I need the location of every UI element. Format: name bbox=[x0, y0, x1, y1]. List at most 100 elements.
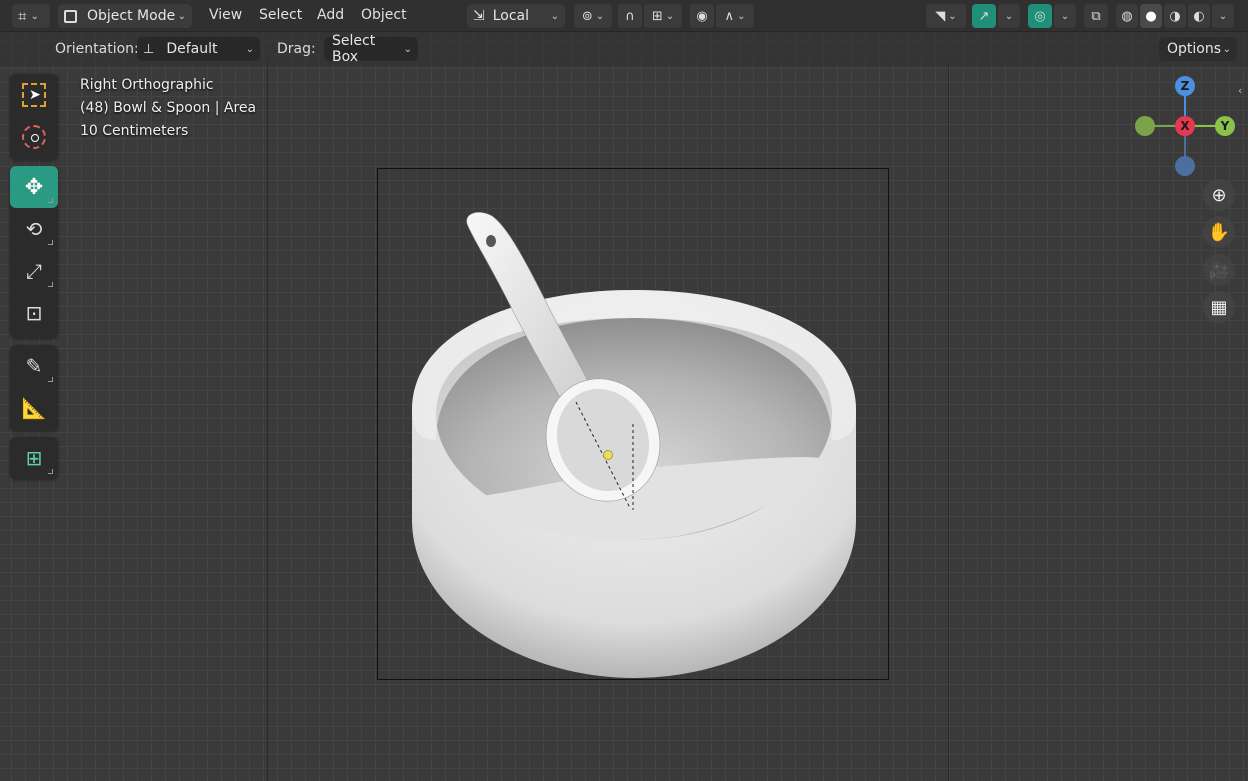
pan-button[interactable]: ✋ bbox=[1203, 216, 1235, 248]
chevron-down-icon: ⌄ bbox=[177, 10, 186, 22]
zoom-magnifier-icon: ⊕ bbox=[1211, 184, 1227, 206]
drag-value: Select Box bbox=[332, 33, 376, 65]
scale-tool[interactable]: ⤢ bbox=[10, 250, 58, 292]
mode-label: Object Mode bbox=[87, 8, 176, 24]
editor-type-icon: ⌗ bbox=[18, 7, 27, 25]
chevron-down-icon: ⌄ bbox=[948, 10, 957, 22]
proportional-edit-icon: ◉ bbox=[696, 8, 708, 24]
falloff-curve-icon: ∧ bbox=[724, 8, 735, 24]
mode-selector[interactable]: Object Mode ⌄ bbox=[58, 4, 192, 28]
annotate-tool[interactable]: ✎ bbox=[10, 345, 58, 387]
chevron-down-icon: ⌄ bbox=[245, 43, 254, 55]
show-overlays-button[interactable]: ◎ bbox=[1028, 4, 1052, 28]
gizmo-y-label: Y bbox=[1220, 119, 1230, 133]
gizmo-neg-z-axis[interactable] bbox=[1175, 156, 1195, 176]
rendered-sphere-icon: ◐ bbox=[1193, 8, 1205, 24]
rotate-tool[interactable]: ⟲ bbox=[10, 208, 58, 250]
chevron-down-icon: ⌄ bbox=[550, 10, 559, 22]
pivot-point-button[interactable]: ⊚ ⌄ bbox=[574, 4, 612, 28]
falloff-button[interactable]: ∧ ⌄ bbox=[716, 4, 754, 28]
xray-toggle-button[interactable]: ⧉ bbox=[1084, 4, 1108, 28]
object-types-visibility-button[interactable]: ◥ ⌄ bbox=[926, 4, 966, 28]
move-tool[interactable]: ✥ bbox=[10, 166, 58, 208]
camera-view-button[interactable]: 🎥 bbox=[1203, 254, 1235, 286]
view-name: Right Orthographic bbox=[80, 77, 214, 93]
material-sphere-icon: ◑ bbox=[1169, 8, 1181, 24]
chevron-down-icon: ⌄ bbox=[1222, 43, 1231, 55]
chevron-down-icon: ⌄ bbox=[30, 10, 39, 22]
shading-wireframe-button[interactable]: ◍ bbox=[1116, 4, 1138, 28]
menu-view[interactable]: View bbox=[209, 7, 242, 23]
orientation-axes-icon: ⊥ bbox=[143, 41, 155, 57]
shading-material-button[interactable]: ◑ bbox=[1164, 4, 1186, 28]
hand-icon: ✋ bbox=[1207, 221, 1231, 243]
orientation-value: Default bbox=[166, 41, 218, 57]
sidebar-toggle-arrow[interactable]: ‹ bbox=[1238, 84, 1242, 97]
gizmo-x-axis[interactable]: X bbox=[1175, 116, 1195, 136]
pencil-icon: ✎ bbox=[25, 354, 43, 378]
cursor-icon bbox=[22, 125, 46, 149]
orientation-label: Orientation: bbox=[55, 41, 139, 57]
chevron-down-icon: ⌄ bbox=[1218, 10, 1228, 22]
gizmo-dropdown[interactable]: ⌄ bbox=[998, 4, 1020, 28]
move-arrows-icon: ✥ bbox=[24, 174, 44, 200]
drag-dropdown[interactable]: Select Box ⌄ bbox=[324, 33, 418, 65]
gizmo-neg-y-axis[interactable] bbox=[1135, 116, 1155, 136]
ruler-icon: 📐 bbox=[21, 396, 47, 420]
cursor-tool[interactable] bbox=[10, 116, 58, 158]
transform-tool[interactable]: ⊡ bbox=[10, 292, 58, 334]
toolbar-group-transform: ✥ ⟲ ⤢ ⊡ bbox=[10, 166, 58, 338]
snap-increment-icon: ⊞ bbox=[651, 8, 663, 24]
options-dropdown[interactable]: Options ⌄ bbox=[1159, 37, 1237, 61]
add-cube-icon: ⊞ bbox=[25, 446, 43, 470]
menu-add[interactable]: Add bbox=[317, 7, 344, 23]
orientation-dropdown[interactable]: ⊥ Default ⌄ bbox=[137, 37, 260, 61]
show-gizmo-button[interactable]: ↗ bbox=[972, 4, 996, 28]
zoom-button[interactable]: ⊕ bbox=[1203, 179, 1235, 211]
tool-settings-bar: Orientation: ⊥ Default ⌄ Drag: Select Bo… bbox=[0, 32, 1248, 66]
menu-select[interactable]: Select bbox=[259, 7, 302, 23]
snap-element-button[interactable]: ⊞ ⌄ bbox=[644, 4, 682, 28]
chevron-down-icon: ⌄ bbox=[403, 43, 412, 55]
gizmo-z-axis[interactable]: Z bbox=[1175, 76, 1195, 96]
toggle-ortho-button[interactable]: ▦ bbox=[1203, 291, 1235, 323]
bowl-and-spoon-model[interactable] bbox=[0, 0, 1248, 781]
solid-sphere-icon: ● bbox=[1145, 8, 1157, 24]
snap-toggle-button[interactable]: ∩ bbox=[618, 4, 642, 28]
shading-dropdown[interactable]: ⌄ bbox=[1212, 4, 1234, 28]
overlays-icon: ◎ bbox=[1034, 8, 1046, 24]
transform-orientation-label: Local bbox=[492, 8, 530, 24]
gizmo-icon: ↗ bbox=[978, 8, 990, 24]
measure-tool[interactable]: 📐 bbox=[10, 387, 58, 429]
scale-icon: ⤢ bbox=[26, 259, 42, 283]
chevron-down-icon: ⌄ bbox=[1004, 10, 1014, 22]
eye-arrow-icon: ◥ bbox=[935, 8, 946, 24]
pivot-icon: ⊚ bbox=[581, 8, 593, 24]
transform-orientation-selector[interactable]: ⇲ Local ⌄ bbox=[467, 4, 565, 28]
toolbar-group-select: ➤ bbox=[10, 74, 58, 160]
chevron-down-icon: ⌄ bbox=[737, 10, 746, 22]
options-label: Options bbox=[1167, 41, 1222, 57]
gizmo-z-label: Z bbox=[1180, 79, 1190, 93]
shading-solid-button[interactable]: ● bbox=[1140, 4, 1162, 28]
proportional-edit-button[interactable]: ◉ bbox=[690, 4, 714, 28]
add-cube-tool[interactable]: ⊞ bbox=[10, 437, 58, 479]
chevron-down-icon: ⌄ bbox=[665, 10, 675, 22]
viewport-header: ⌗ ⌄ Object Mode ⌄ View Select Add Object… bbox=[0, 0, 1248, 32]
editor-type-button[interactable]: ⌗ ⌄ bbox=[12, 4, 50, 28]
camera-icon: 🎥 bbox=[1209, 260, 1229, 280]
toolbar-group-add: ⊞ bbox=[10, 437, 58, 479]
magnet-icon: ∩ bbox=[625, 8, 635, 24]
gizmo-y-axis[interactable]: Y bbox=[1215, 116, 1235, 136]
object-info: (48) Bowl & Spoon | Area bbox=[80, 100, 257, 116]
gizmo-x-label: X bbox=[1180, 119, 1190, 133]
object-mode-icon bbox=[64, 9, 77, 23]
select-box-tool[interactable]: ➤ bbox=[10, 74, 58, 116]
transform-icon: ⊡ bbox=[25, 301, 43, 325]
overlays-dropdown[interactable]: ⌄ bbox=[1054, 4, 1076, 28]
shading-rendered-button[interactable]: ◐ bbox=[1188, 4, 1210, 28]
menu-object[interactable]: Object bbox=[361, 7, 407, 23]
grid-icon: ▦ bbox=[1210, 296, 1228, 318]
local-orientation-icon: ⇲ bbox=[473, 8, 485, 24]
wireframe-sphere-icon: ◍ bbox=[1121, 8, 1133, 24]
